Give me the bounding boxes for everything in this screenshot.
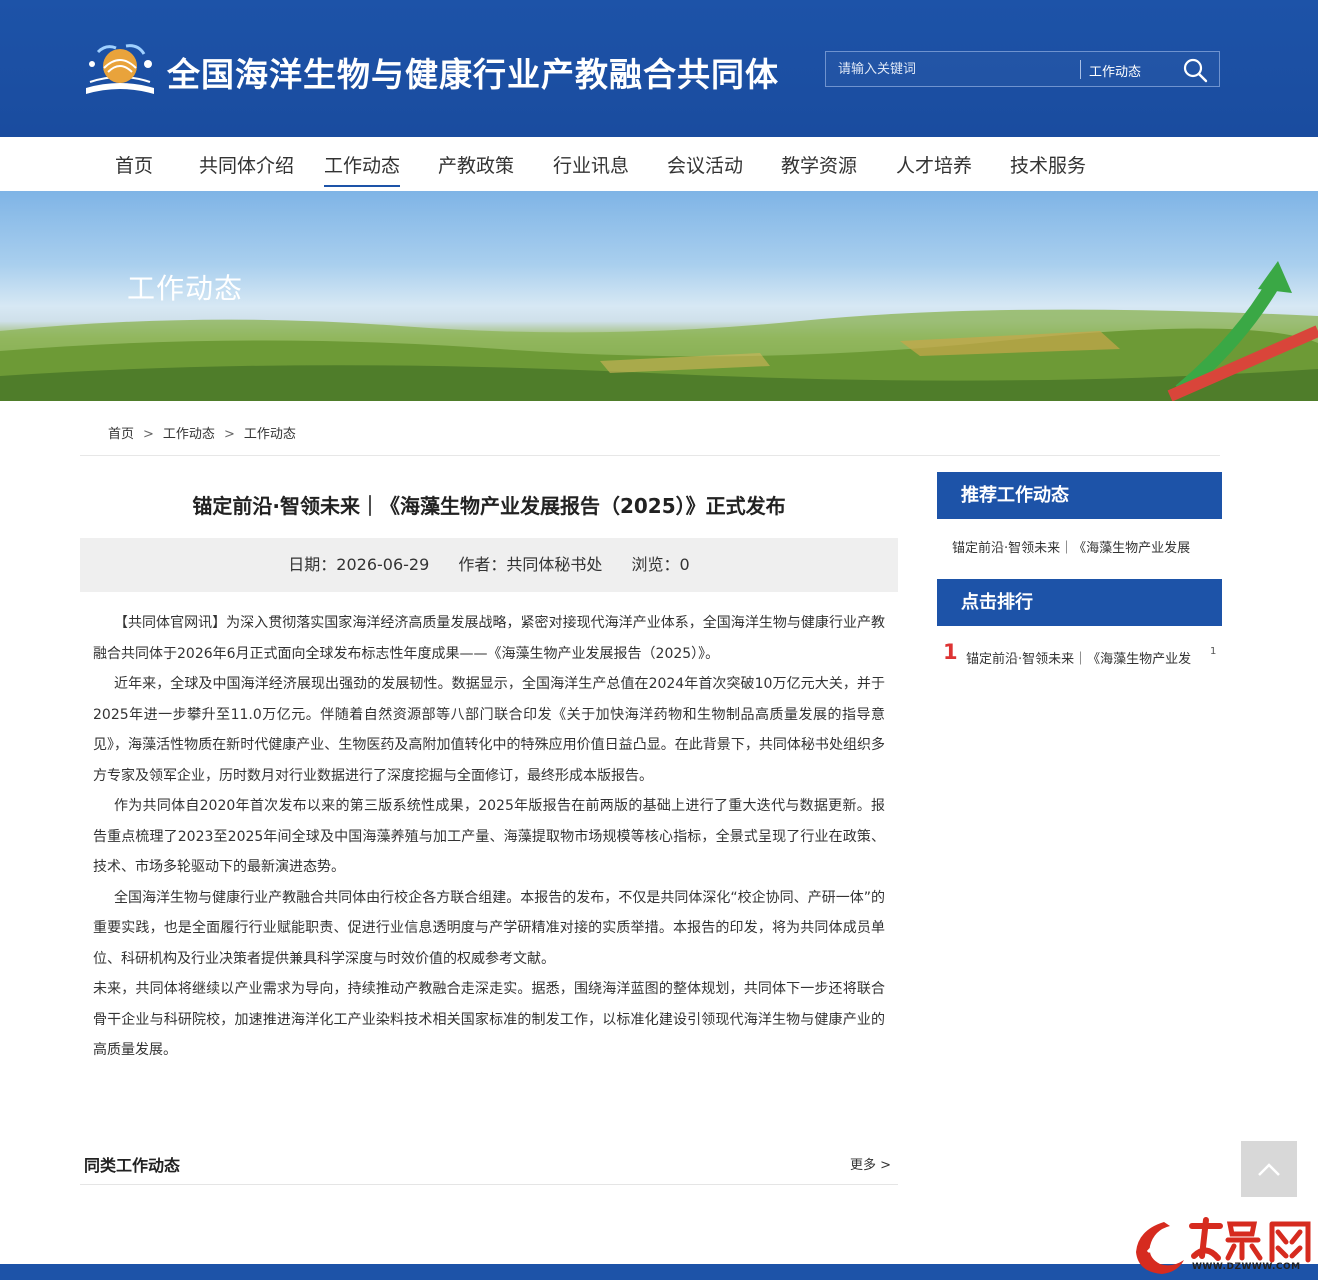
nav-item-work-news[interactable]: 工作动态 — [324, 151, 401, 187]
site-title[interactable]: 全国海洋生物与健康行业产教融合共同体 — [167, 48, 779, 96]
recommend-item[interactable]: 锚定前沿·智领未来｜《海藻生物产业发展 — [952, 537, 1190, 556]
article-paragraph: 全国海洋生物与健康行业产教融合共同体由行校企各方联合组建。本报告的发布，不仅是共… — [93, 889, 885, 967]
footer-strip — [0, 1264, 1318, 1280]
ranking-header: 点击排行 — [937, 579, 1222, 626]
article-views: 浏览：0 — [631, 555, 690, 574]
watermark-text: WWW.DZWWW.COM — [1192, 1262, 1301, 1272]
article-meta: 日期：2026-06-29 作者：共同体秘书处 浏览：0 — [80, 538, 898, 592]
nav-item-meetings[interactable]: 会议活动 — [667, 151, 743, 185]
rank-number: 1 — [943, 640, 958, 664]
main-nav: 首页 共同体介绍 工作动态 产教政策 行业讯息 会议活动 教学资源 人才培养 技… — [0, 137, 1318, 191]
logo-emblem-icon[interactable] — [80, 38, 160, 100]
nav-item-industry-news[interactable]: 行业讯息 — [553, 151, 629, 185]
divider — [80, 455, 1220, 456]
nav-item-tech-service[interactable]: 技术服务 — [1010, 151, 1086, 185]
article-paragraph: 【共同体官网讯】为深入贯彻落实国家海洋经济高质量发展战略，紧密对接现代海洋产业体… — [93, 615, 885, 662]
breadcrumb-separator: > — [223, 427, 235, 442]
site-header: 全国海洋生物与健康行业产教融合共同体 工作动态 — [0, 0, 1318, 137]
nav-item-home[interactable]: 首页 — [115, 151, 153, 185]
search-box: 工作动态 — [825, 51, 1220, 87]
article-date: 日期：2026-06-29 — [288, 555, 430, 574]
breadcrumb-separator: > — [143, 427, 154, 442]
article-paragraph: 作为共同体自2020年首次发布以来的第三版系统性成果，2025年版报告在前两版的… — [93, 798, 885, 875]
search-category-select[interactable]: 工作动态 — [1089, 61, 1141, 80]
nav-item-talent[interactable]: 人才培养 — [896, 151, 972, 185]
breadcrumb-current[interactable]: 工作动态 — [244, 423, 296, 442]
recommend-header: 推荐工作动态 — [937, 472, 1222, 519]
breadcrumb-home[interactable]: 首页 — [108, 423, 134, 442]
back-to-top-icon — [1258, 1163, 1280, 1176]
rank-count: 1 — [1210, 646, 1217, 657]
divider — [80, 1184, 898, 1185]
article-author: 作者：共同体秘书处 — [458, 555, 603, 574]
nav-item-about[interactable]: 共同体介绍 — [199, 151, 294, 185]
nav-item-teaching[interactable]: 教学资源 — [781, 151, 857, 185]
article-paragraph: 近年来，全球及中国海洋经济展现出强劲的发展韧性。数据显示，全国海洋生产总值在20… — [93, 676, 885, 784]
breadcrumb: 首页 > 工作动态 > 工作动态 — [108, 423, 296, 442]
search-icon[interactable] — [1181, 56, 1209, 84]
article-body: 【共同体官网讯】为深入贯彻落实国家海洋经济高质量发展战略，紧密对接现代海洋产业体… — [93, 608, 885, 1066]
more-link[interactable]: 更多 > — [850, 1154, 891, 1173]
article-paragraph: 未来，共同体将继续以产业需求为导向，持续推动产教融合走深走实。据悉，围绕海洋蓝图… — [93, 981, 885, 1058]
banner-title: 工作动态 — [127, 272, 244, 305]
nav-item-policy[interactable]: 产教政策 — [438, 151, 514, 185]
search-divider — [1080, 60, 1081, 79]
breadcrumb-section[interactable]: 工作动态 — [163, 423, 215, 442]
search-input[interactable] — [826, 52, 1078, 86]
related-section-title: 同类工作动态 — [84, 1156, 181, 1175]
back-to-top-button[interactable] — [1241, 1141, 1297, 1197]
page-banner: 工作动态 — [0, 191, 1318, 401]
article-title: 锚定前沿·智领未来｜《海藻生物产业发展报告（2025）》正式发布 — [192, 494, 786, 518]
ranking-item[interactable]: 锚定前沿·智领未来｜《海藻生物产业发 — [966, 648, 1191, 667]
